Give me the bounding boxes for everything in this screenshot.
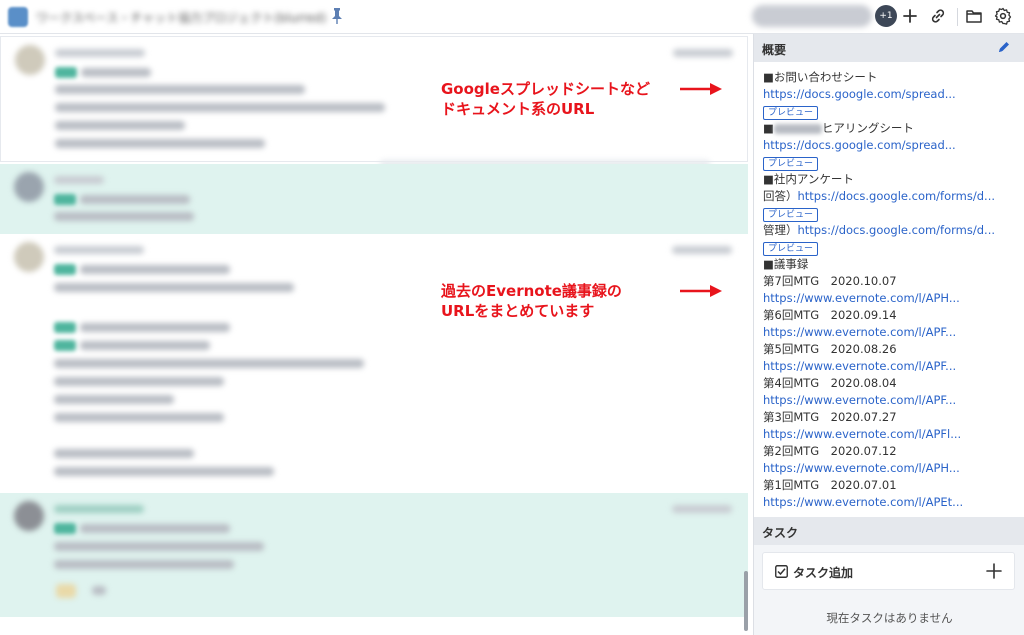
- overview-text: ヒアリングシート: [821, 121, 914, 135]
- right-sidebar: 概要 ■お問い合わせシート https://docs.google.com/spr…: [753, 34, 1024, 635]
- overview-text-prefix: ■: [763, 121, 774, 135]
- room-title: ワークスペース・チャット協力プロジェクト(blurred): [36, 11, 327, 25]
- overview-url-link[interactable]: https://www.evernote.com/l/APF...: [763, 325, 956, 339]
- overview-text-row: 第3回MTG 2020.07.27: [763, 409, 1024, 426]
- pencil-icon[interactable]: [997, 40, 1011, 54]
- link-icon[interactable]: [928, 6, 948, 26]
- task-header: タスク: [754, 517, 1024, 545]
- chat-header: ワークスペース・チャット協力プロジェクト(blurred) +1: [0, 0, 1024, 34]
- overview-link-row: 回答）https://docs.google.com/forms/d...: [763, 188, 1024, 205]
- chat-timeline[interactable]: [0, 34, 748, 635]
- overview-text: 第1回MTG 2020.07.01: [763, 478, 897, 492]
- overview-link-row: 管理）https://docs.google.com/forms/d...: [763, 222, 1024, 239]
- overview-text: 第3回MTG 2020.07.27: [763, 410, 897, 424]
- overview-preview-row: プレビュー: [763, 239, 1024, 256]
- overview-link-row: https://docs.google.com/spread...: [763, 86, 1024, 103]
- add-member-icon[interactable]: [900, 6, 920, 26]
- overview-text-row: 第1回MTG 2020.07.01: [763, 477, 1024, 494]
- folder-icon[interactable]: [964, 6, 984, 26]
- pin-icon[interactable]: [330, 7, 344, 25]
- overview-link-row: https://www.evernote.com/l/APH...: [763, 460, 1024, 477]
- annotation-docs-line1: Googleスプレッドシートなど: [441, 80, 650, 98]
- chat-message[interactable]: [0, 164, 748, 234]
- add-task-label: タスク追加: [793, 566, 854, 580]
- preview-button[interactable]: プレビュー: [763, 208, 819, 222]
- overview-url-link[interactable]: https://docs.google.com/forms/d...: [798, 189, 996, 203]
- overview-link-row: https://www.evernote.com/l/APFl...: [763, 426, 1024, 443]
- room-icon: [8, 7, 28, 27]
- overview-content: ■お問い合わせシート https://docs.google.com/spread…: [754, 62, 1024, 517]
- add-task-button[interactable]: タスク追加: [762, 552, 1015, 590]
- overview-link-row: https://www.evernote.com/l/APH...: [763, 290, 1024, 307]
- checkbox-icon: [775, 565, 788, 578]
- overview-link-row: https://www.evernote.com/l/APF...: [763, 392, 1024, 409]
- overview-text-row: ■お問い合わせシート: [763, 69, 1024, 86]
- chat-scrollbar[interactable]: [744, 571, 748, 631]
- overview-preview-row: プレビュー: [763, 205, 1024, 222]
- overview-text: 第4回MTG 2020.08.04: [763, 376, 897, 390]
- annotation-docs: Googleスプレッドシートなど ドキュメント系のURL: [441, 79, 650, 119]
- overview-text-row: 第5回MTG 2020.08.26: [763, 341, 1024, 358]
- overview-url-link[interactable]: https://docs.google.com/spread...: [763, 87, 956, 101]
- overview-text-row: 第4回MTG 2020.08.04: [763, 375, 1024, 392]
- member-extra-count[interactable]: +1: [875, 5, 897, 27]
- gear-icon[interactable]: [993, 6, 1013, 26]
- overview-link-row: https://docs.google.com/spread...: [763, 137, 1024, 154]
- overview-preview-row: プレビュー: [763, 154, 1024, 171]
- annotation-evernote: 過去のEvernote議事録の URLをまとめています: [441, 281, 622, 321]
- member-avatars[interactable]: [752, 5, 872, 27]
- preview-button[interactable]: プレビュー: [763, 157, 819, 171]
- overview-text: 第2回MTG 2020.07.12: [763, 444, 897, 458]
- overview-link-prefix: 回答）: [763, 189, 798, 203]
- overview-text: ■社内アンケート: [763, 172, 854, 186]
- overview-text: ■議事録: [763, 257, 809, 271]
- chat-message[interactable]: [0, 236, 748, 491]
- task-title: タスク: [762, 526, 799, 540]
- overview-text-row: 第7回MTG 2020.10.07: [763, 273, 1024, 290]
- annotation-arrow-evernote: [680, 285, 722, 297]
- chat-message[interactable]: [0, 493, 748, 617]
- overview-preview-row: プレビュー: [763, 103, 1024, 120]
- annotation-evernote-line1: 過去のEvernote議事録の: [441, 282, 622, 300]
- annotation-evernote-line2: URLをまとめています: [441, 302, 595, 320]
- overview-link-row: https://www.evernote.com/l/APF...: [763, 324, 1024, 341]
- overview-url-link[interactable]: https://www.evernote.com/l/APF...: [763, 359, 956, 373]
- redacted-name: [773, 123, 822, 134]
- overview-text-row: ■社内アンケート: [763, 171, 1024, 188]
- overview-text: ■お問い合わせシート: [763, 70, 878, 84]
- annotation-arrow-docs: [680, 83, 722, 95]
- toolbar-divider: [957, 8, 958, 26]
- overview-text-row: ■ ヒアリングシート: [763, 120, 1024, 137]
- overview-title: 概要: [762, 43, 787, 57]
- overview-url-link[interactable]: https://docs.google.com/spread...: [763, 138, 956, 152]
- overview-url-link[interactable]: https://www.evernote.com/l/APF...: [763, 393, 956, 407]
- overview-link-row: https://www.evernote.com/l/APF...: [763, 358, 1024, 375]
- overview-link-row: https://www.evernote.com/l/APEt...: [763, 494, 1024, 511]
- overview-text-row: 第6回MTG 2020.09.14: [763, 307, 1024, 324]
- overview-url-link[interactable]: https://www.evernote.com/l/APEt...: [763, 495, 963, 509]
- overview-url-link[interactable]: https://www.evernote.com/l/APH...: [763, 291, 960, 305]
- annotation-docs-line2: ドキュメント系のURL: [441, 100, 595, 118]
- overview-url-link[interactable]: https://docs.google.com/forms/d...: [798, 223, 996, 237]
- plus-icon[interactable]: [984, 561, 1004, 581]
- overview-header: 概要: [754, 34, 1024, 62]
- overview-text: 第6回MTG 2020.09.14: [763, 308, 897, 322]
- overview-text-row: 第2回MTG 2020.07.12: [763, 443, 1024, 460]
- preview-button[interactable]: プレビュー: [763, 106, 819, 120]
- preview-button[interactable]: プレビュー: [763, 242, 819, 256]
- overview-text: 第5回MTG 2020.08.26: [763, 342, 897, 356]
- no-task-message: 現在タスクはありません: [826, 611, 953, 625]
- overview-text-row: ■議事録: [763, 256, 1024, 273]
- overview-url-link[interactable]: https://www.evernote.com/l/APH...: [763, 461, 960, 475]
- overview-text: 第7回MTG 2020.10.07: [763, 274, 897, 288]
- overview-url-link[interactable]: https://www.evernote.com/l/APFl...: [763, 427, 961, 441]
- overview-link-prefix: 管理）: [763, 223, 798, 237]
